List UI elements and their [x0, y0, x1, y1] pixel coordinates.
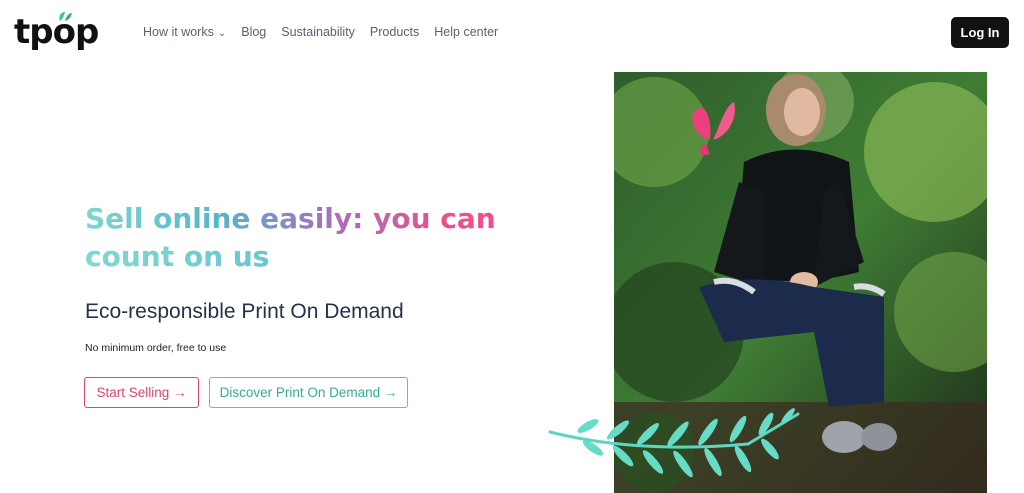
- fern-decoration: [548, 408, 800, 478]
- hero-subheadline: Eco-responsible Print On Demand: [85, 300, 404, 323]
- discover-pod-button[interactable]: Discover Print On Demand →: [209, 377, 408, 408]
- nav-blog[interactable]: Blog: [241, 25, 266, 39]
- nav-products[interactable]: Products: [370, 25, 419, 39]
- hero-note: No minimum order, free to use: [85, 342, 227, 354]
- nav-sustainability[interactable]: Sustainability: [281, 25, 355, 39]
- start-selling-button[interactable]: Start Selling →: [84, 377, 199, 408]
- nav-help-center[interactable]: Help center: [434, 25, 498, 39]
- hero-headline: Sell online easily: you can count on us: [85, 200, 515, 276]
- main-nav: How it works ⌄ Blog Sustainability Produc…: [143, 25, 498, 39]
- nav-how-it-works[interactable]: How it works ⌄: [143, 25, 226, 39]
- nav-how-it-works-label: How it works: [143, 25, 214, 39]
- butterfly-decoration: [692, 102, 735, 155]
- login-button[interactable]: Log In: [951, 17, 1009, 48]
- hero-headline-line1: Sell online easily: you can: [85, 202, 496, 235]
- tpop-logo[interactable]: tpop: [14, 12, 99, 52]
- chevron-down-icon: ⌄: [217, 28, 227, 39]
- logo-text: tpop: [14, 12, 99, 52]
- leaf-icon: [59, 12, 72, 21]
- hero-headline-line2: count on us: [85, 238, 515, 276]
